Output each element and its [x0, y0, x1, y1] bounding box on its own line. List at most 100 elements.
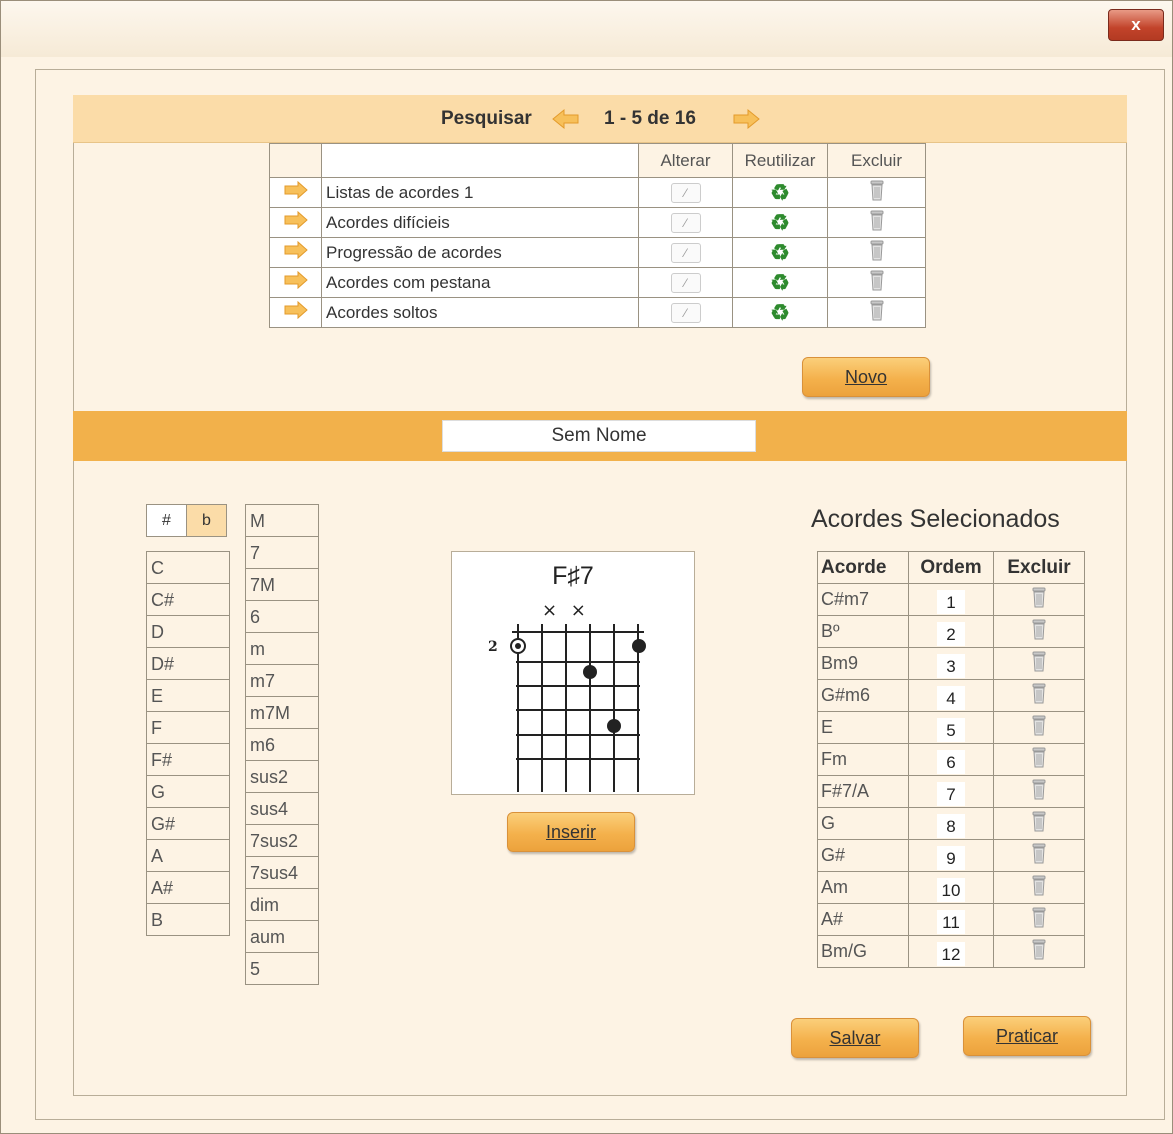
selected-chord-row: A# 11	[817, 903, 1085, 936]
note-item[interactable]: F	[146, 711, 230, 744]
fretboard-svg: × × 2	[488, 600, 646, 792]
edit-icon[interactable]: ⁄	[638, 297, 733, 328]
order-input[interactable]: 11	[937, 909, 965, 934]
order-input[interactable]: 1	[937, 589, 965, 614]
chord-type-item[interactable]: 6	[245, 600, 319, 633]
selected-chord-name: Bm9	[817, 647, 909, 680]
chord-type-item[interactable]: m7	[245, 664, 319, 697]
finger-dot	[583, 665, 597, 679]
order-input[interactable]: 6	[937, 749, 965, 774]
note-item[interactable]: A	[146, 839, 230, 872]
note-item[interactable]: A#	[146, 871, 230, 904]
trash-icon[interactable]	[993, 583, 1085, 616]
note-item[interactable]: D#	[146, 647, 230, 680]
previous-page-icon[interactable]	[551, 108, 581, 130]
order-input[interactable]: 3	[937, 653, 965, 678]
note-item[interactable]: E	[146, 679, 230, 712]
note-item[interactable]: D	[146, 615, 230, 648]
selected-chord-row: G#m6 4	[817, 679, 1085, 712]
trash-icon[interactable]	[827, 297, 926, 328]
trash-icon[interactable]	[993, 871, 1085, 904]
order-input[interactable]: 7	[937, 781, 965, 806]
list-row[interactable]: Listas de acordes 1 ⁄ ♻	[269, 177, 926, 208]
trash-icon[interactable]	[993, 935, 1085, 968]
chord-type-item[interactable]: dim	[245, 888, 319, 921]
list-name-input[interactable]: Sem Nome	[442, 420, 756, 452]
open-list-arrow-icon[interactable]	[269, 177, 322, 208]
trash-icon[interactable]	[993, 903, 1085, 936]
order-input[interactable]: 12	[937, 941, 965, 966]
edit-icon[interactable]: ⁄	[638, 237, 733, 268]
recycle-icon[interactable]: ♻	[732, 297, 828, 328]
note-item[interactable]: G	[146, 775, 230, 808]
inserir-button[interactable]: Inserir	[507, 812, 635, 852]
selected-chord-name: E	[817, 711, 909, 744]
open-list-arrow-icon[interactable]	[269, 237, 322, 268]
edit-icon[interactable]: ⁄	[638, 177, 733, 208]
trash-icon[interactable]	[993, 711, 1085, 744]
order-input[interactable]: 10	[937, 877, 965, 902]
chord-type-item[interactable]: sus2	[245, 760, 319, 793]
trash-icon[interactable]	[993, 679, 1085, 712]
chord-type-item[interactable]: 7sus2	[245, 824, 319, 857]
chord-type-item[interactable]: 5	[245, 952, 319, 985]
edit-icon[interactable]: ⁄	[638, 207, 733, 238]
chord-type-item[interactable]: m6	[245, 728, 319, 761]
chord-type-item[interactable]: sus4	[245, 792, 319, 825]
order-input[interactable]: 2	[937, 621, 965, 646]
order-input[interactable]: 8	[937, 813, 965, 838]
note-item[interactable]: C#	[146, 583, 230, 616]
list-row[interactable]: Progressão de acordes ⁄ ♻	[269, 237, 926, 268]
trash-icon[interactable]	[993, 743, 1085, 776]
trash-icon[interactable]	[827, 177, 926, 208]
trash-icon[interactable]	[827, 237, 926, 268]
sharp-toggle[interactable]: #	[146, 504, 187, 537]
list-name[interactable]: Acordes com pestana	[321, 267, 639, 298]
order-input[interactable]: 9	[937, 845, 965, 870]
salvar-button[interactable]: Salvar	[791, 1018, 919, 1058]
recycle-icon[interactable]: ♻	[732, 267, 828, 298]
list-name[interactable]: Acordes soltos	[321, 297, 639, 328]
recycle-icon[interactable]: ♻	[732, 207, 828, 238]
trash-icon[interactable]	[993, 807, 1085, 840]
open-list-arrow-icon[interactable]	[269, 207, 322, 238]
flat-toggle[interactable]: b	[186, 504, 227, 537]
edit-icon[interactable]: ⁄	[638, 267, 733, 298]
recycle-icon[interactable]: ♻	[732, 177, 828, 208]
chord-type-item[interactable]: aum	[245, 920, 319, 953]
list-name[interactable]: Listas de acordes 1	[321, 177, 639, 208]
note-item[interactable]: C	[146, 551, 230, 584]
list-name[interactable]: Acordes difícieis	[321, 207, 639, 238]
trash-icon[interactable]	[827, 267, 926, 298]
novo-button[interactable]: Novo	[802, 357, 930, 397]
chord-type-item[interactable]: 7	[245, 536, 319, 569]
next-page-icon[interactable]	[731, 108, 761, 130]
note-item[interactable]: G#	[146, 807, 230, 840]
order-input[interactable]: 5	[937, 717, 965, 742]
list-row[interactable]: Acordes soltos ⁄ ♻	[269, 297, 926, 328]
search-bar	[73, 95, 1127, 143]
note-item[interactable]: F#	[146, 743, 230, 776]
chord-type-item[interactable]: m7M	[245, 696, 319, 729]
order-input[interactable]: 4	[937, 685, 965, 710]
trash-icon[interactable]	[827, 207, 926, 238]
chord-type-item[interactable]: 7M	[245, 568, 319, 601]
fret-label: 2	[488, 639, 498, 655]
chord-type-item[interactable]: m	[245, 632, 319, 665]
open-list-arrow-icon[interactable]	[269, 267, 322, 298]
close-button[interactable]: x	[1108, 9, 1164, 41]
list-name[interactable]: Progressão de acordes	[321, 237, 639, 268]
trash-icon[interactable]	[993, 647, 1085, 680]
chord-type-item[interactable]: M	[245, 504, 319, 537]
list-row[interactable]: Acordes com pestana ⁄ ♻	[269, 267, 926, 298]
trash-icon[interactable]	[993, 615, 1085, 648]
trash-icon[interactable]	[993, 775, 1085, 808]
chord-type-item[interactable]: 7sus4	[245, 856, 319, 889]
search-label[interactable]: Pesquisar	[441, 108, 532, 130]
note-item[interactable]: B	[146, 903, 230, 936]
list-row[interactable]: Acordes difícieis ⁄ ♻	[269, 207, 926, 238]
praticar-button[interactable]: Praticar	[963, 1016, 1091, 1056]
trash-icon[interactable]	[993, 839, 1085, 872]
open-list-arrow-icon[interactable]	[269, 297, 322, 328]
recycle-icon[interactable]: ♻	[732, 237, 828, 268]
